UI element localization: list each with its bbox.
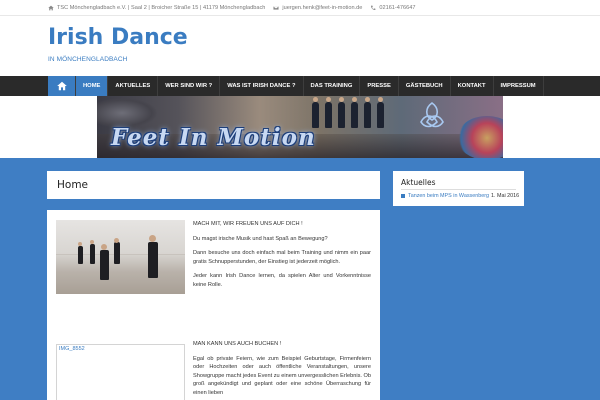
nav-home-button[interactable] bbox=[48, 76, 76, 96]
nav-item-das-training[interactable]: Das Training bbox=[304, 76, 361, 96]
nav-item-impressum[interactable]: Impressum bbox=[494, 76, 544, 96]
nav-item-gaestebuch[interactable]: Gästebuch bbox=[399, 76, 451, 96]
top-info-bar: TSC Mönchengladbach e.V. | Saal 2 | Broi… bbox=[0, 0, 600, 16]
bullet-icon bbox=[401, 194, 405, 198]
address-text: TSC Mönchengladbach e.V. | Saal 2 | Broi… bbox=[57, 4, 266, 11]
nav-item-wer-sind-wir[interactable]: Wer sind wir ? bbox=[158, 76, 221, 96]
intro-text: MACH MIT, WIR FREUEN UNS AUF DICH ! Du m… bbox=[193, 220, 371, 396]
page-title-box: Home bbox=[47, 171, 380, 199]
home-icon bbox=[48, 5, 54, 10]
section2-heading: MAN KANN UNS AUCH BUCHEN ! bbox=[193, 341, 282, 347]
feet-in-motion-logo: Feet In Motion bbox=[111, 124, 316, 151]
phone-info: 02161-476647 bbox=[370, 5, 415, 11]
home-icon bbox=[56, 81, 67, 91]
nav-item-home[interactable]: Home bbox=[76, 76, 109, 96]
banner-area: Feet In Motion bbox=[0, 96, 600, 158]
news-date: 1. Mai 2016 bbox=[491, 193, 520, 199]
phone-text: 02161-476647 bbox=[379, 4, 416, 11]
address-info: TSC Mönchengladbach e.V. | Saal 2 | Broi… bbox=[48, 5, 265, 11]
section1-heading: MACH MIT, WIR FREUEN UNS AUF DICH ! bbox=[193, 221, 303, 227]
site-tagline: in Mönchengladbach bbox=[48, 56, 128, 63]
phone-icon bbox=[371, 5, 376, 10]
envelope-icon bbox=[273, 5, 280, 10]
widget-title: Aktuelles bbox=[401, 178, 436, 187]
section2-paragraph-1: Egal ob private Feiern, wie zum Beispiel… bbox=[193, 355, 371, 396]
email-info[interactable]: juergen.henk@feet-in-motion.de bbox=[273, 5, 362, 11]
dance-training-photo[interactable] bbox=[56, 220, 185, 294]
news-link[interactable]: Tanzen beim MPS in Wassenberg bbox=[408, 193, 489, 199]
section1-paragraph-1: Du magst irische Musik und hast Spaß an … bbox=[193, 235, 328, 242]
image-placeholder[interactable]: IMG_8552 bbox=[56, 344, 185, 400]
site-title[interactable]: Irish Dance bbox=[48, 25, 188, 50]
header-banner-image: Feet In Motion bbox=[97, 96, 503, 158]
nav-item-aktuelles[interactable]: Aktuelles bbox=[108, 76, 159, 96]
page-title: Home bbox=[57, 179, 89, 191]
section1-paragraph-3: Jeder kann Irish Dance lernen, da spiele… bbox=[193, 273, 371, 288]
email-link[interactable]: juergen.henk@feet-in-motion.de bbox=[282, 5, 362, 11]
widget-list-item: Tanzen beim MPS in Wassenberg 1. Mai 201… bbox=[401, 193, 519, 199]
sidebar-widget-aktuelles: Aktuelles Tanzen beim MPS in Wassenberg … bbox=[393, 171, 524, 206]
celtic-knot-icon bbox=[420, 102, 444, 128]
main-navigation: Home Aktuelles Wer sind wir ? Was ist Ir… bbox=[0, 76, 600, 96]
nav-item-was-ist-irish-dance[interactable]: Was ist Irish Dance ? bbox=[220, 76, 304, 96]
image-alt-text: IMG_8552 bbox=[59, 346, 85, 352]
main-content: MACH MIT, WIR FREUEN UNS AUF DICH ! Du m… bbox=[47, 210, 380, 400]
site-header: Irish Dance in Mönchengladbach bbox=[0, 16, 600, 76]
nav-item-presse[interactable]: Presse bbox=[360, 76, 399, 96]
nav-item-kontakt[interactable]: Kontakt bbox=[451, 76, 494, 96]
section1-paragraph-2: Dann besuche uns doch einfach mal beim T… bbox=[193, 250, 371, 265]
